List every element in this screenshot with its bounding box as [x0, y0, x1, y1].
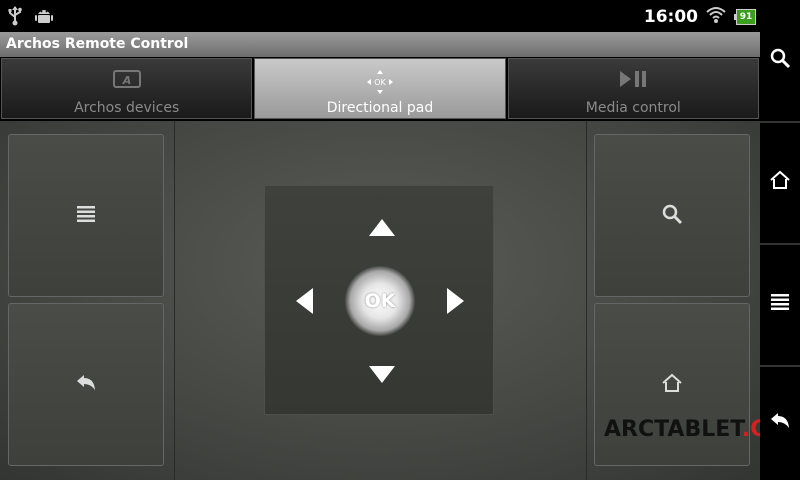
search-button[interactable]	[594, 134, 750, 297]
tab-archos-devices[interactable]: A Archos devices	[1, 58, 253, 119]
status-bar: 16:00 91	[0, 0, 760, 32]
menu-button[interactable]	[8, 134, 164, 297]
usb-icon	[6, 6, 24, 30]
dpad-icon: OK	[365, 69, 395, 99]
battery-icon: 91	[734, 9, 756, 25]
system-home-button[interactable]	[760, 122, 800, 242]
tab-directional-pad[interactable]: OK Directional pad	[254, 58, 506, 119]
tab-media-control[interactable]: Media control	[507, 58, 759, 119]
menu-icon	[770, 293, 790, 315]
divider	[174, 121, 175, 480]
dpad-icon-text: OK	[374, 78, 386, 87]
back-icon	[769, 411, 791, 435]
battery-level: 91	[736, 9, 756, 25]
tab-label: Media control	[585, 100, 681, 116]
directional-pad: OK	[264, 185, 494, 415]
search-icon	[769, 47, 791, 73]
android-debug-icon	[34, 6, 54, 30]
arrow-left-icon[interactable]	[296, 288, 313, 314]
app-title: Archos Remote Control	[6, 36, 189, 52]
title-bar: Archos Remote Control	[0, 32, 760, 58]
back-button[interactable]	[8, 303, 164, 466]
home-icon	[661, 373, 683, 397]
wifi-icon	[706, 6, 726, 28]
search-icon	[661, 203, 683, 229]
system-menu-button[interactable]	[760, 244, 800, 364]
home-icon	[769, 170, 791, 194]
watermark-text: ARCTABLET	[604, 417, 742, 442]
ok-label: OK	[364, 290, 396, 312]
tab-label: Directional pad	[326, 100, 434, 116]
play-pause-icon	[617, 69, 649, 93]
archos-device-icon: A	[112, 69, 142, 93]
system-search-button[interactable]	[760, 0, 800, 120]
back-arrow-icon	[75, 373, 97, 397]
system-bar	[760, 0, 800, 480]
tab-label: Archos devices	[74, 100, 180, 116]
menu-icon	[76, 205, 96, 227]
svg-text:A: A	[121, 74, 131, 87]
arrow-up-icon[interactable]	[369, 219, 395, 236]
remote-panel: OK ARCTABLET.COM	[0, 121, 800, 480]
divider	[586, 121, 587, 480]
arrow-down-icon[interactable]	[369, 366, 395, 383]
ok-button[interactable]: OK	[345, 266, 415, 336]
arrow-right-icon[interactable]	[447, 288, 464, 314]
system-back-button[interactable]	[760, 366, 800, 480]
tab-bar: A Archos devices OK Directional pad Medi…	[0, 57, 760, 120]
clock: 16:00	[643, 7, 698, 27]
